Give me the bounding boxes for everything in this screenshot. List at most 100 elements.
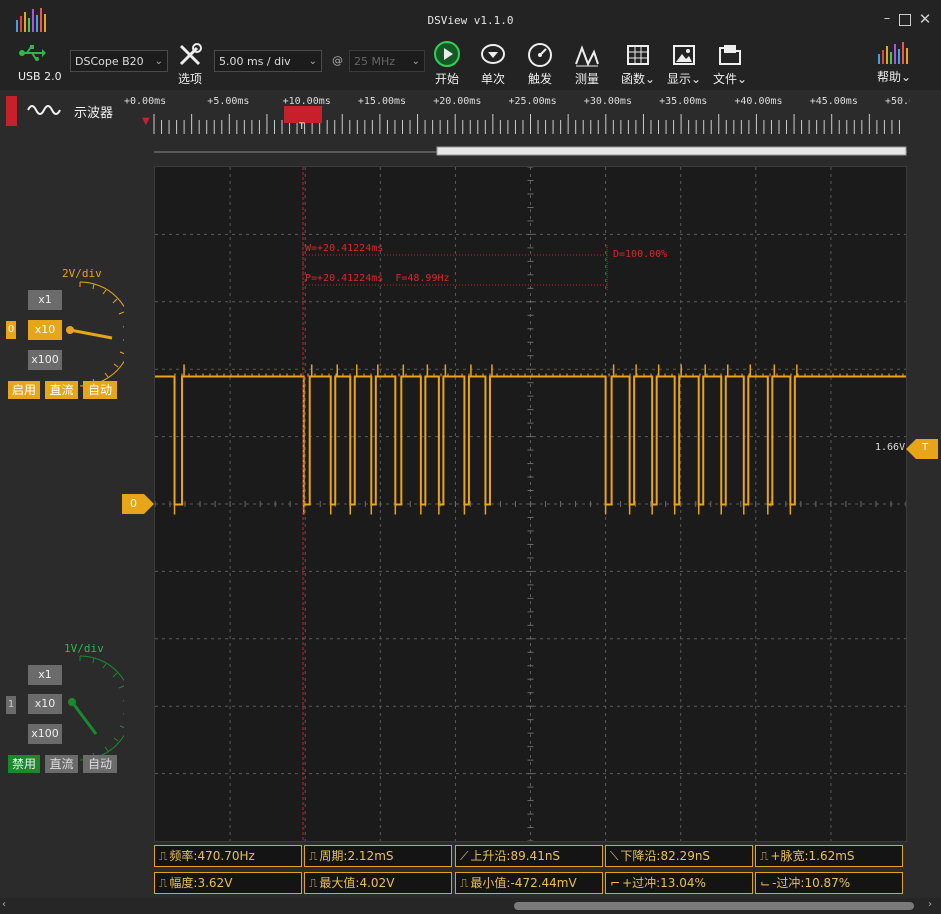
- measurement-item[interactable]: ⌙ -过冲:10.87%: [755, 872, 903, 894]
- play-icon: [434, 41, 460, 67]
- options-label: 选项: [177, 72, 202, 86]
- trigger-button[interactable]: 触发: [518, 42, 562, 87]
- measurement-icon: ⌐: [610, 876, 621, 890]
- measurement-value: -472.44mV: [510, 876, 577, 890]
- display-button[interactable]: 显示⌄: [662, 42, 706, 87]
- ruler-trigger-flag: [284, 106, 322, 123]
- measurement-item[interactable]: ⟍ 下降沿:82.29nS: [605, 845, 753, 867]
- measurement-name: 频率: [169, 849, 194, 863]
- measurement-icon: ⌙: [760, 876, 771, 890]
- trigger-level-marker-label: T: [922, 442, 929, 453]
- chevron-down-icon: ⌄: [154, 56, 163, 67]
- scroll-thumb[interactable]: [514, 902, 914, 910]
- function-button[interactable]: 函数⌄: [616, 42, 660, 87]
- window-title: DSView v1.1.0: [427, 14, 514, 27]
- samplerate-select[interactable]: 25 MHz ⌄: [349, 50, 425, 72]
- measurement-name: 最大值: [319, 876, 356, 890]
- measurement-icon: ⎍: [159, 876, 168, 890]
- measurement-item[interactable]: ⌐ +过冲:13.04%: [605, 872, 753, 894]
- ch0-index: 0: [6, 321, 16, 339]
- ch0-probe-x1[interactable]: x1: [28, 290, 62, 310]
- image-icon: [673, 45, 695, 65]
- options-button[interactable]: 选项: [168, 42, 212, 87]
- measurement-item[interactable]: ⎍ 最小值:-472.44mV: [455, 872, 603, 894]
- scope-grid: [155, 167, 906, 841]
- chevron-down-icon: ⌄: [308, 56, 317, 67]
- toolbar: USB 2.0 DSCope B20 ⌄ 选项 5.00 ms / div ⌄ @ …: [0, 36, 941, 90]
- ch1-index: 1: [6, 696, 16, 714]
- scroll-left-arrow[interactable]: ‹: [2, 899, 6, 910]
- measurement-name: -过冲: [772, 876, 801, 890]
- folder-icon: [719, 45, 741, 65]
- measurement-value: 1.62mS: [808, 849, 855, 863]
- right-strip: [910, 90, 941, 914]
- ch0-enable-button[interactable]: 启用: [8, 381, 40, 399]
- ruler-trigger-marker[interactable]: T: [299, 122, 305, 132]
- cursor-p-text: P=+20.41224ms F=48.99Hz: [305, 273, 450, 284]
- function-label: 函数⌄: [620, 72, 656, 86]
- help-logo-icon: [878, 42, 908, 64]
- at-label: @: [332, 54, 343, 67]
- timebase-select[interactable]: 5.00 ms / div ⌄: [214, 50, 322, 72]
- ch0-probe-x10[interactable]: x10: [28, 320, 62, 340]
- start-button[interactable]: 开始: [425, 40, 469, 87]
- measurement-name: 幅度: [169, 876, 194, 890]
- measurement-icon: ⎍: [309, 849, 318, 863]
- single-button[interactable]: 单次: [471, 42, 515, 87]
- ch1-coupling-button[interactable]: 直流: [45, 755, 78, 773]
- ch0-scale: 2V/div: [62, 267, 102, 280]
- measurement-item[interactable]: ⎍ 最大值:4.02V: [304, 872, 452, 894]
- mode-label[interactable]: 示波器: [74, 102, 113, 121]
- ch1-probe-x1[interactable]: x1: [28, 665, 62, 685]
- measurement-value: 470.70Hz: [197, 849, 255, 863]
- minimize-button[interactable]: –: [880, 12, 894, 26]
- measurement-icon: ⎍: [159, 849, 168, 863]
- measurement-name: 最小值: [470, 876, 507, 890]
- ch1-auto-button[interactable]: 自动: [83, 755, 117, 773]
- measure-button[interactable]: 测量: [565, 42, 609, 87]
- close-button[interactable]: ✕: [918, 12, 932, 27]
- measurement-item[interactable]: ⎍ +脉宽:1.62mS: [755, 845, 903, 867]
- help-button[interactable]: 帮助⌄: [872, 40, 916, 85]
- ch0-probe-x100[interactable]: x100: [28, 350, 62, 370]
- measurement-icon: ⟍: [610, 849, 619, 863]
- ch0-level-label: 0: [130, 497, 137, 510]
- file-label: 文件⌄: [712, 72, 748, 86]
- horizontal-scrollbar[interactable]: ‹ ›: [0, 898, 941, 914]
- ch1-probe-x10[interactable]: x10: [28, 694, 62, 714]
- cursor-w-text: W=+20.41224ms: [305, 243, 384, 254]
- measurement-item[interactable]: ⎍ 幅度:3.62V: [154, 872, 302, 894]
- measure-icon: [575, 45, 599, 67]
- samplerate-value: 25 MHz: [354, 55, 396, 68]
- ch1-probe-x100[interactable]: x100: [28, 724, 62, 744]
- measurement-name: +脉宽: [770, 849, 805, 863]
- ch0-auto-button[interactable]: 自动: [83, 381, 117, 399]
- measurement-value: 13.04%: [660, 876, 706, 890]
- measurement-item[interactable]: ⎍ 周期:2.12mS: [304, 845, 452, 867]
- time-ruler[interactable]: +0.00ms +5.00ms +10.00ms +15.00ms +20.00ms +2…: [124, 90, 933, 160]
- ch0-coupling-button[interactable]: 直流: [45, 381, 78, 399]
- cursor-d-text: D=100.00%: [613, 249, 668, 260]
- wrench-icon: [179, 43, 202, 66]
- measurement-item[interactable]: ⟋ 上升沿:89.41nS: [455, 845, 603, 867]
- function-icon: [627, 45, 649, 65]
- file-button[interactable]: 文件⌄: [708, 42, 752, 87]
- measurement-icon: ⟋: [460, 849, 469, 863]
- mode-dropdown-icon[interactable]: ▼: [142, 116, 150, 127]
- timebase-value: 5.00 ms / div: [219, 55, 291, 68]
- measurement-value: 10.87%: [804, 876, 851, 890]
- device-select[interactable]: DSCope B20 ⌄: [70, 50, 168, 72]
- ch1-enable-button[interactable]: 禁用: [8, 755, 40, 773]
- ch0-level-marker[interactable]: [122, 494, 154, 514]
- measurement-value: 82.29nS: [660, 849, 711, 863]
- scroll-right-arrow[interactable]: ›: [928, 899, 932, 910]
- cursor-f-value: F=48.99Hz: [395, 273, 450, 284]
- measurement-item[interactable]: ⎍ 频率:470.70Hz: [154, 845, 302, 867]
- measurement-value: 89.41nS: [510, 849, 561, 863]
- measurement-value: 3.62V: [197, 876, 233, 890]
- trigger-label: 触发: [527, 72, 552, 86]
- scope-view[interactable]: W=+20.41224ms D=100.00% P=+20.41224ms F=…: [154, 166, 907, 842]
- measurement-name: 上升沿: [470, 849, 507, 863]
- measurement-icon: ⎍: [760, 849, 769, 863]
- maximize-button[interactable]: [899, 14, 911, 26]
